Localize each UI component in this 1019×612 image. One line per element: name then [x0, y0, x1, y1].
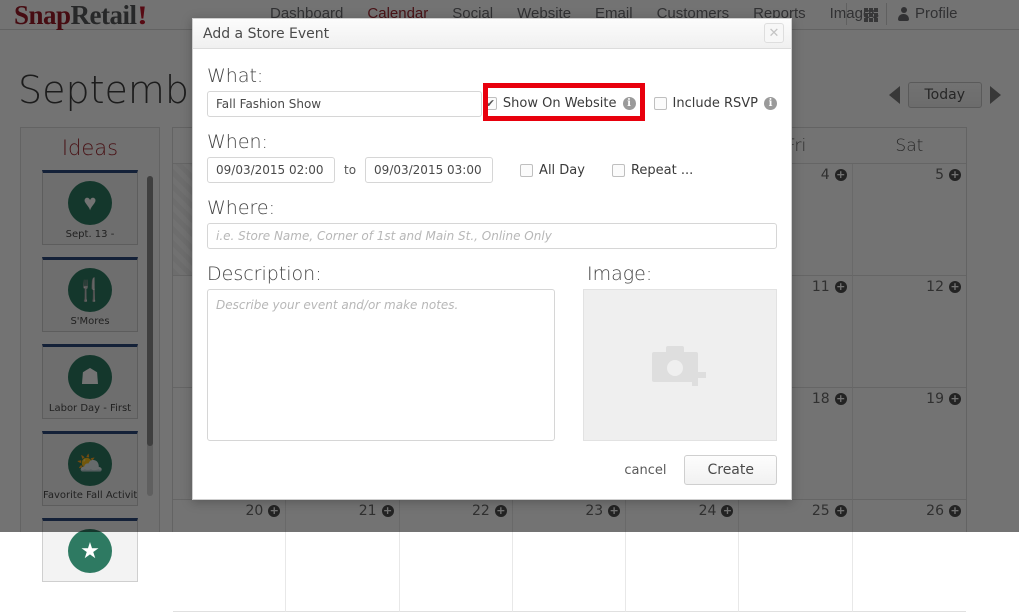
all-day-checkbox[interactable]: All Day: [520, 163, 585, 178]
include-rsvp-label: Include RSVP: [673, 96, 758, 111]
visibility-options: ✔ Show On Website i Include RSVP i: [484, 96, 777, 111]
star-icon: ★: [68, 529, 112, 573]
dialog-header: Add a Store Event ✕: [193, 19, 791, 49]
dialog-body: What: ✔ Show On Website i Include RSVP i…: [193, 49, 791, 441]
show-on-website-label: Show On Website: [503, 96, 617, 111]
repeat-label: Repeat ...: [631, 163, 693, 178]
event-description-textarea[interactable]: [207, 289, 555, 441]
checkbox-unchecked-icon[interactable]: [612, 164, 625, 177]
checkbox-unchecked-icon[interactable]: [520, 164, 533, 177]
info-icon[interactable]: i: [623, 97, 636, 110]
when-row: to All Day Repeat ...: [207, 157, 777, 183]
dialog-footer: cancel Create: [624, 455, 777, 485]
description-image-row: [207, 289, 777, 441]
when-label: When:: [207, 131, 777, 153]
create-button[interactable]: Create: [684, 455, 777, 485]
event-end-datetime-input[interactable]: [365, 157, 493, 183]
description-image-labels: Description: Image:: [207, 263, 777, 285]
cancel-button[interactable]: cancel: [624, 463, 666, 478]
event-start-datetime-input[interactable]: [207, 157, 335, 183]
where-label: Where:: [207, 197, 777, 219]
datetime-separator-label: to: [344, 163, 356, 177]
checkbox-unchecked-icon[interactable]: [654, 97, 667, 110]
image-label: Image:: [587, 263, 652, 285]
checkbox-checked-icon[interactable]: ✔: [484, 97, 497, 110]
show-on-website-checkbox[interactable]: ✔ Show On Website i: [484, 96, 636, 111]
add-store-event-dialog: Add a Store Event ✕ What: ✔ Show On Webs…: [192, 18, 792, 500]
repeat-checkbox[interactable]: Repeat ...: [612, 163, 693, 178]
close-icon[interactable]: ✕: [764, 23, 784, 43]
dialog-title: Add a Store Event: [203, 26, 329, 42]
event-name-input[interactable]: [207, 91, 482, 117]
what-label: What:: [207, 65, 777, 87]
event-image-dropzone[interactable]: [583, 289, 777, 441]
include-rsvp-checkbox[interactable]: Include RSVP i: [654, 96, 777, 111]
all-day-label: All Day: [539, 163, 585, 178]
camera-add-icon: [652, 344, 708, 386]
description-label: Description:: [207, 263, 559, 285]
info-icon[interactable]: i: [764, 97, 777, 110]
event-location-input[interactable]: [207, 223, 777, 249]
